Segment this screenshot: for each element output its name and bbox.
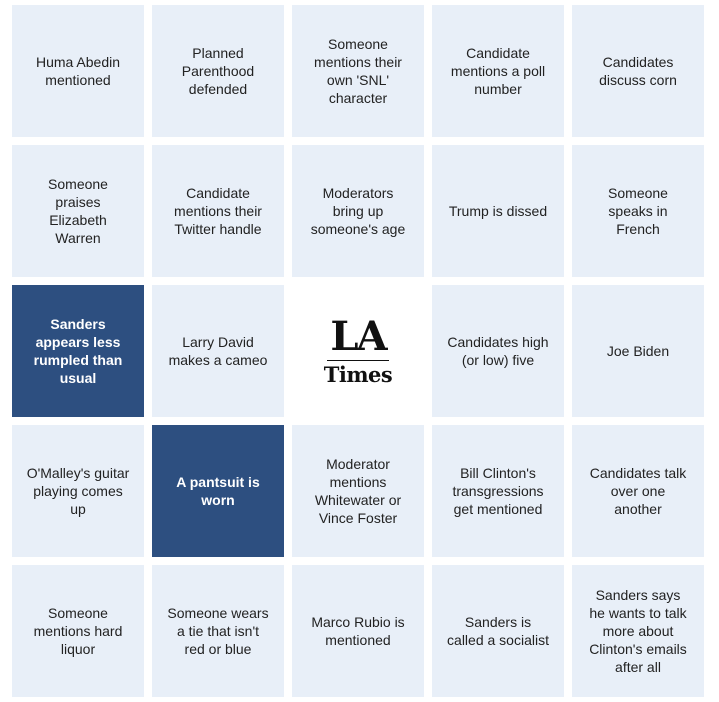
bingo-square[interactable]: Someone speaks in French <box>572 145 704 277</box>
bingo-square[interactable]: Someone mentions their own 'SNL' charact… <box>292 5 424 137</box>
bingo-square[interactable]: O'Malley's guitar playing comes up <box>12 425 144 557</box>
bingo-square[interactable]: Someone praises Elizabeth Warren <box>12 145 144 277</box>
bingo-square[interactable]: Joe Biden <box>572 285 704 417</box>
bingo-square[interactable]: Candidates discuss corn <box>572 5 704 137</box>
bingo-square[interactable]: Sanders is called a socialist <box>432 565 564 697</box>
bingo-square[interactable]: Candidate mentions a poll number <box>432 5 564 137</box>
bingo-square[interactable]: Candidates talk over one another <box>572 425 704 557</box>
bingo-square[interactable]: Someone mentions hard liquor <box>12 565 144 697</box>
bingo-square[interactable]: Someone wears a tie that isn't red or bl… <box>152 565 284 697</box>
logo-divider <box>326 359 389 361</box>
bingo-square[interactable]: Trump is dissed <box>432 145 564 277</box>
bingo-square[interactable]: Sanders says he wants to talk more about… <box>572 565 704 697</box>
logo-line-la: LA <box>330 312 387 360</box>
logo-line-times: Times <box>323 361 393 387</box>
bingo-square[interactable]: Candidates high (or low) five <box>432 285 564 417</box>
bingo-square-marked[interactable]: A pantsuit is worn <box>152 425 284 557</box>
bingo-square[interactable]: Moderator mentions Whitewater or Vince F… <box>292 425 424 557</box>
bingo-board: Huma Abedin mentioned Planned Parenthood… <box>12 5 704 697</box>
bingo-square[interactable]: Larry David makes a cameo <box>152 285 284 417</box>
bingo-square[interactable]: Candidate mentions their Twitter handle <box>152 145 284 277</box>
bingo-square[interactable]: Huma Abedin mentioned <box>12 5 144 137</box>
free-space: LA Times <box>292 285 424 417</box>
bingo-square[interactable]: Moderators bring up someone's age <box>292 145 424 277</box>
la-times-logo: LA Times <box>323 312 393 387</box>
bingo-square[interactable]: Bill Clinton's transgressions get mentio… <box>432 425 564 557</box>
bingo-square[interactable]: Marco Rubio is mentioned <box>292 565 424 697</box>
bingo-square-marked[interactable]: Sanders appears less rumpled than usual <box>12 285 144 417</box>
bingo-square[interactable]: Planned Parenthood defended <box>152 5 284 137</box>
